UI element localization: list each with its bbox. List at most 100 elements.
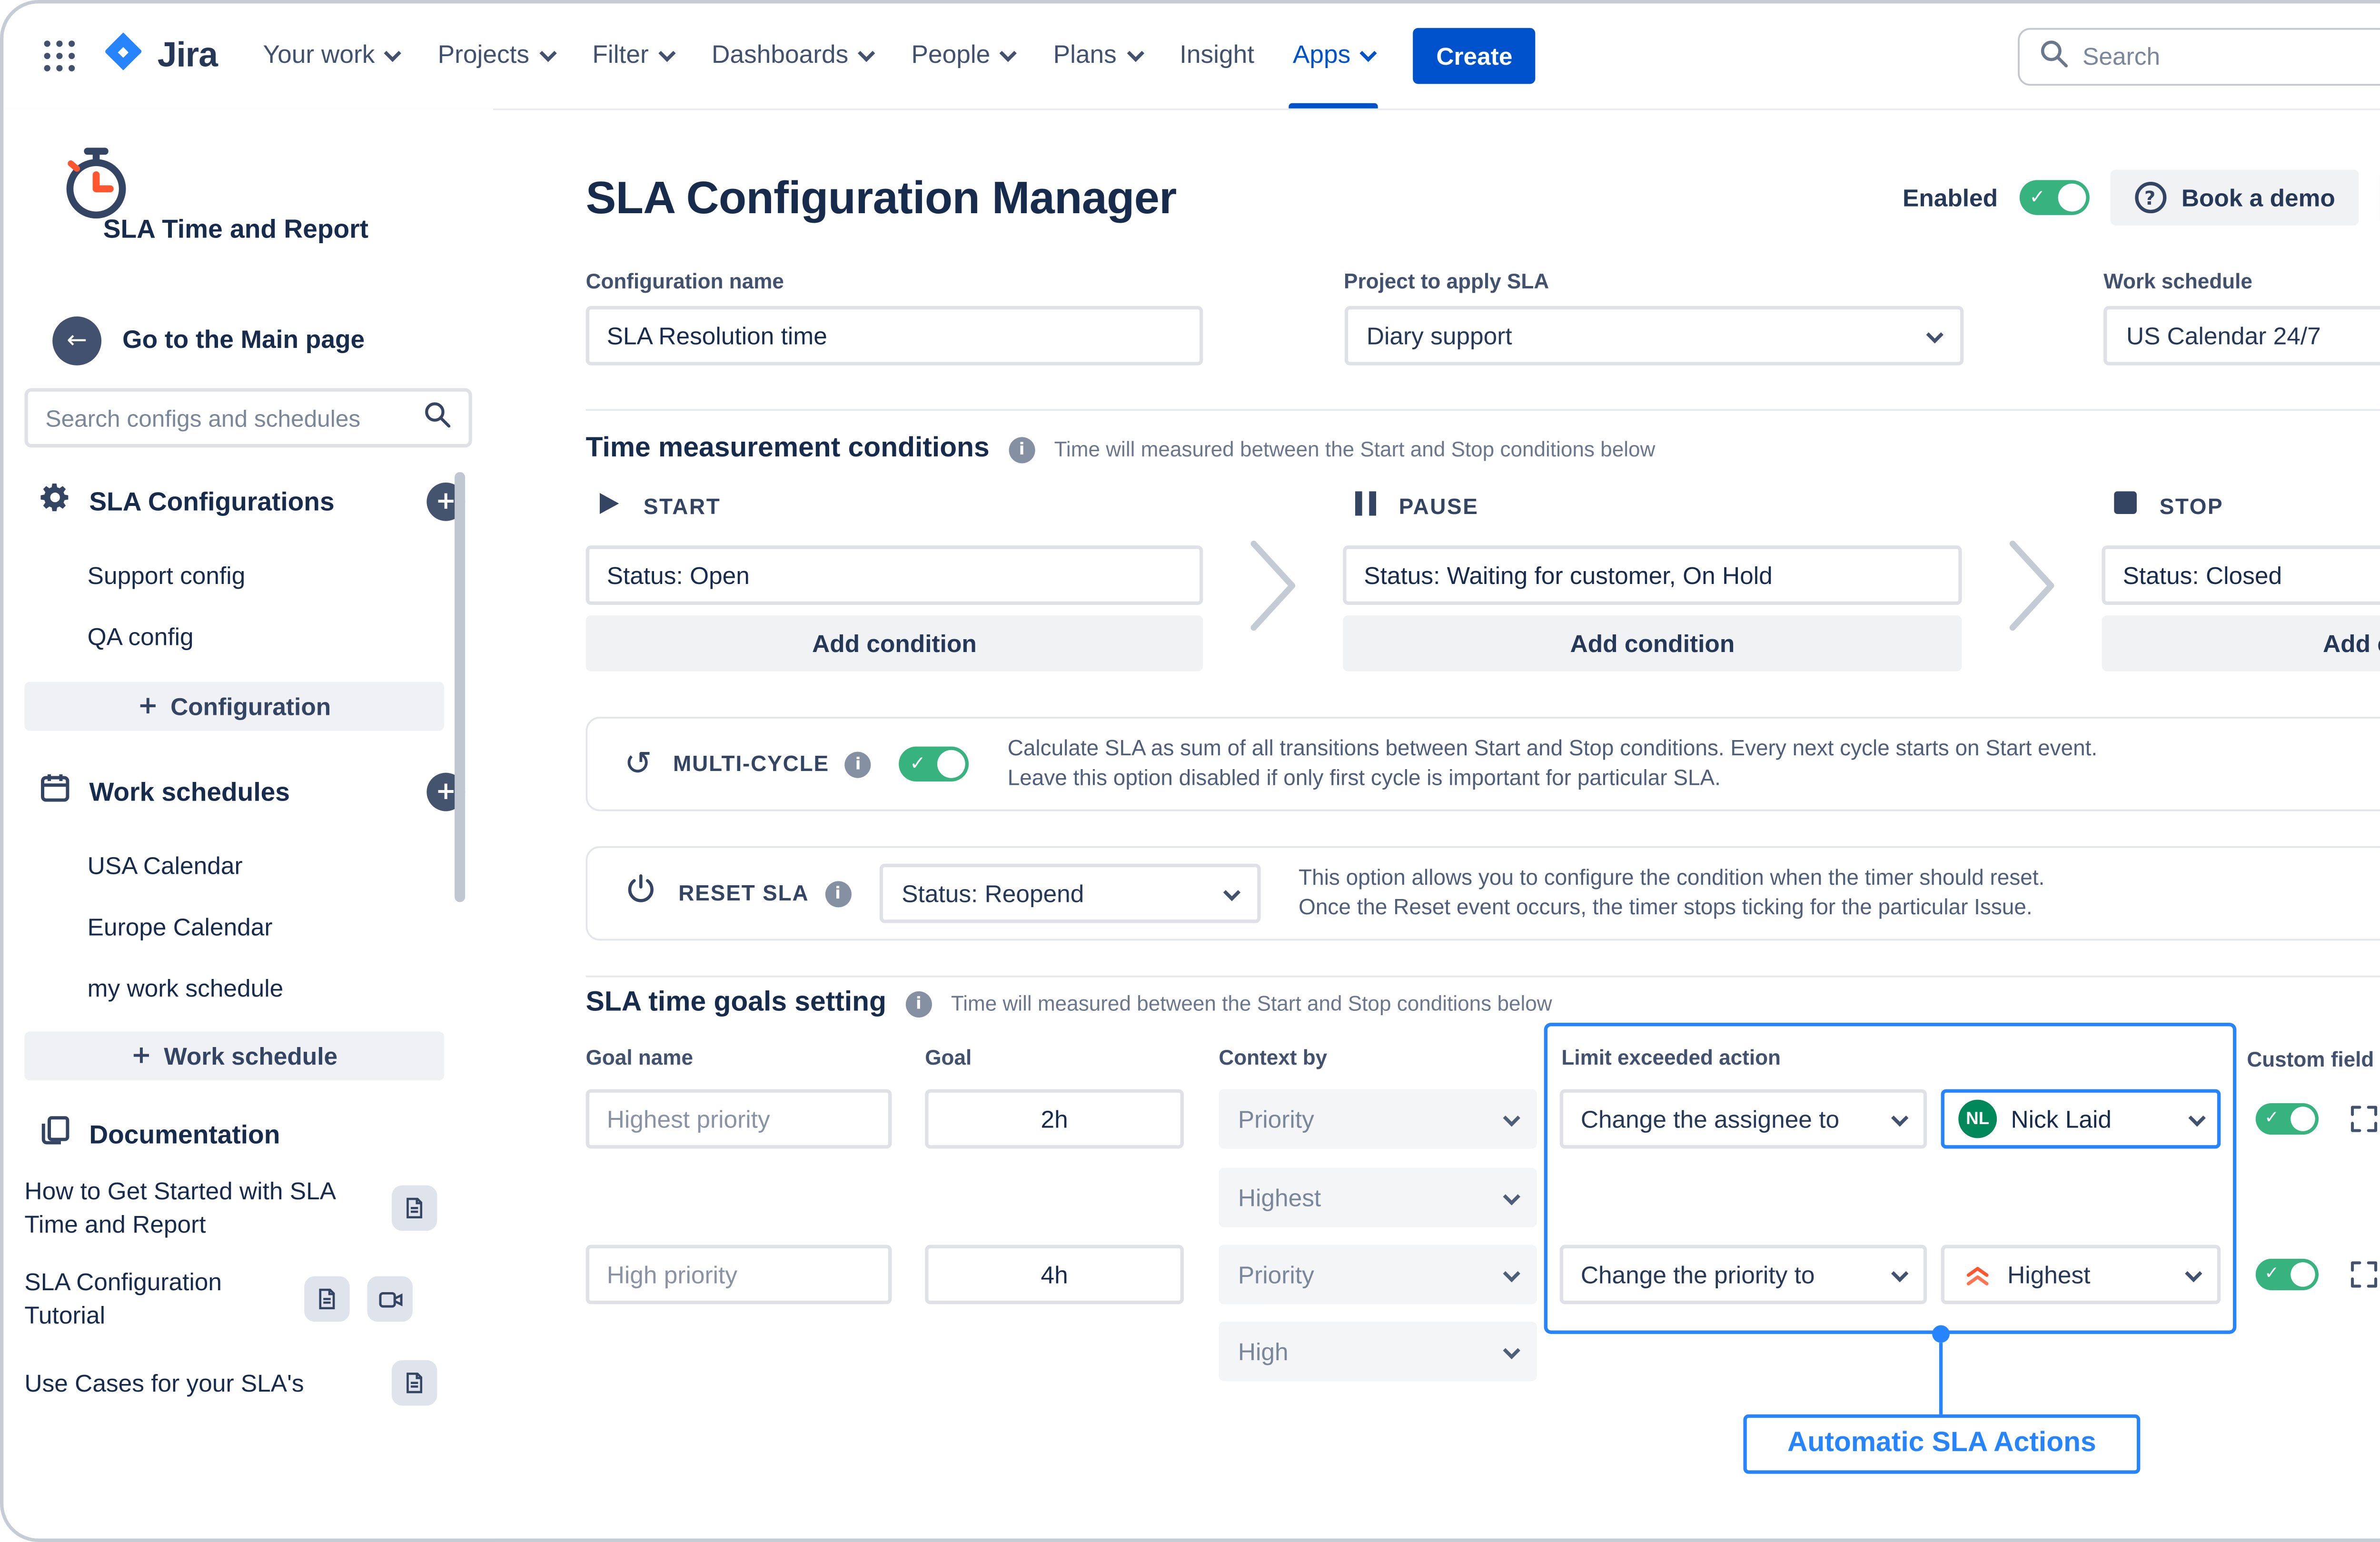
- col-header-goal: Goal: [925, 1046, 972, 1070]
- gear-icon: [39, 481, 72, 523]
- doc-link-get-started[interactable]: How to Get Started with SLA Time and Rep…: [24, 1175, 468, 1242]
- goal-value-input-row1[interactable]: [925, 1089, 1184, 1149]
- configuration-name-input[interactable]: [586, 306, 1203, 366]
- assignee-select-row1[interactable]: NLNick Laid: [1941, 1089, 2221, 1149]
- jira-wordmark: Jira: [158, 36, 218, 76]
- multi-cycle-history-icon: ↺: [624, 747, 652, 781]
- expand-icon-row2[interactable]: [2345, 1255, 2380, 1294]
- priority-highest-icon: [1962, 1259, 1993, 1290]
- book-demo-button[interactable]: ? Book a demo: [2110, 169, 2360, 226]
- power-icon: [624, 872, 657, 914]
- limit-action-select-row1[interactable]: Change the assignee to: [1560, 1089, 1927, 1149]
- project-select[interactable]: Diary support: [1344, 306, 1963, 366]
- nav-plans[interactable]: Plans: [1036, 3, 1159, 108]
- add-configuration-button[interactable]: + Configuration: [24, 682, 444, 731]
- nav-people[interactable]: People: [894, 3, 1032, 108]
- reset-sla-description: This option allows you to configure the …: [1299, 864, 2044, 923]
- sidebar-item-support-config[interactable]: Support config: [88, 561, 246, 589]
- start-add-condition-button[interactable]: Add condition: [586, 615, 1203, 672]
- article-icon: [392, 1186, 437, 1231]
- work-schedule-select[interactable]: US Calendar 24/7: [2103, 306, 2380, 366]
- doc-link-configuration-tutorial[interactable]: SLA Configuration Tutorial: [24, 1266, 468, 1333]
- chevron-down-icon: [1503, 1108, 1520, 1126]
- chevron-down-icon: [1503, 1341, 1520, 1358]
- multi-cycle-card: ↺ MULTI-CYCLE i ✓ Calculate SLA as sum o…: [586, 717, 2380, 811]
- start-condition-panel: START Add condition: [586, 491, 1203, 671]
- chevron-down-icon: [1891, 1108, 1908, 1126]
- custom-field-toggle-row2[interactable]: ✓: [2256, 1259, 2319, 1290]
- time-conditions-title: Time measurement conditions: [586, 434, 990, 465]
- expand-icon-row1[interactable]: [2345, 1100, 2380, 1138]
- info-icon[interactable]: i: [845, 751, 871, 777]
- nav-filter[interactable]: Filter: [575, 3, 691, 108]
- callout-connector-line: [1939, 1343, 1943, 1414]
- reset-sla-label: RESET SLA: [678, 881, 809, 905]
- pause-condition-input[interactable]: [1343, 545, 1962, 605]
- sidebar-item-qa-config[interactable]: QA config: [88, 623, 194, 651]
- calendar-icon: [39, 771, 72, 813]
- nav-dashboards[interactable]: Dashboards: [694, 3, 890, 108]
- nav-apps[interactable]: Apps: [1275, 3, 1392, 108]
- chevron-down-icon: [658, 44, 675, 61]
- page-title: SLA Configuration Manager: [586, 170, 1903, 225]
- app-switcher-icon[interactable]: [31, 28, 88, 84]
- enabled-toggle[interactable]: ✓: [2019, 180, 2089, 215]
- sidebar-item-europe-calendar[interactable]: Europe Calendar: [88, 913, 273, 941]
- pause-add-condition-button[interactable]: Add condition: [1343, 615, 1962, 672]
- context-value-select-row1[interactable]: Highest: [1219, 1168, 1537, 1227]
- question-icon: ?: [2134, 182, 2166, 213]
- goal-name-input-row1[interactable]: [586, 1089, 892, 1149]
- chevron-down-icon: [1503, 1264, 1520, 1281]
- reset-sla-card: RESET SLA i Status: Reopend This option …: [586, 846, 2380, 940]
- search-input[interactable]: [2082, 42, 2380, 70]
- multi-cycle-toggle[interactable]: ✓: [899, 747, 969, 781]
- context-value-select-row2[interactable]: High: [1219, 1322, 1537, 1381]
- nav-your-work[interactable]: Your work: [246, 3, 417, 108]
- add-work-schedule-button[interactable]: + Work schedule: [24, 1031, 444, 1080]
- main-content: SLA Configuration Manager Enabled ✓ ? Bo…: [493, 109, 2380, 1539]
- goal-value-input-row2[interactable]: [925, 1245, 1184, 1305]
- limit-action-select-row2[interactable]: Change the priority to: [1560, 1245, 1927, 1305]
- chevron-down-icon: [1000, 44, 1017, 61]
- priority-select-row2[interactable]: Highest: [1941, 1245, 2221, 1305]
- back-arrow-icon: ←: [52, 316, 101, 366]
- app-window: Jira Your work Projects Filter Dashboard…: [0, 0, 2380, 1542]
- reset-condition-select[interactable]: Status: Reopend: [879, 864, 1260, 923]
- context-field-select-row2[interactable]: Priority: [1219, 1245, 1537, 1305]
- go-to-main-page-link[interactable]: ← Go to the Main page: [52, 316, 365, 366]
- info-icon[interactable]: i: [825, 880, 851, 907]
- nav-projects[interactable]: Projects: [420, 3, 571, 108]
- col-header-custom-field: Custom field i: [2247, 1046, 2380, 1072]
- info-icon[interactable]: i: [1009, 436, 1035, 463]
- sidebar-search[interactable]: [24, 388, 472, 448]
- configuration-name-label: Configuration name: [586, 269, 1203, 294]
- col-header-limit-action: Limit exceeded action: [1561, 1046, 1781, 1070]
- create-button[interactable]: Create: [1414, 28, 1536, 84]
- sidebar-item-my-work-schedule[interactable]: my work schedule: [88, 974, 284, 1002]
- jira-logo[interactable]: Jira: [101, 30, 218, 82]
- pause-condition-panel: PAUSE Add condition: [1343, 491, 1962, 671]
- doc-link-use-cases[interactable]: Use Cases for your SLA's: [24, 1360, 468, 1406]
- chevron-down-icon: [385, 44, 402, 61]
- sidebar: SLA Time and Report ← Go to the Main pag…: [3, 109, 493, 1539]
- sidebar-item-usa-calendar[interactable]: USA Calendar: [88, 851, 243, 880]
- goal-name-input-row2[interactable]: [586, 1245, 892, 1305]
- global-search[interactable]: [2018, 27, 2380, 85]
- plus-icon: +: [138, 692, 158, 721]
- arrow-separator-icon: [1203, 491, 1343, 634]
- stop-condition-input[interactable]: [2102, 545, 2380, 605]
- start-condition-input[interactable]: [586, 545, 1203, 605]
- sidebar-search-input[interactable]: [46, 405, 407, 431]
- sidebar-scrollbar[interactable]: [455, 472, 465, 902]
- stop-add-condition-button[interactable]: Add condition: [2102, 615, 2380, 672]
- info-icon[interactable]: i: [905, 990, 932, 1017]
- nav-insight[interactable]: Insight: [1162, 3, 1271, 108]
- video-icon: [367, 1276, 413, 1322]
- arrow-separator-icon: [1962, 491, 2102, 634]
- chevron-down-icon: [1891, 1264, 1908, 1281]
- documents-icon: [39, 1114, 72, 1156]
- custom-field-toggle-row1[interactable]: ✓: [2256, 1103, 2319, 1135]
- sla-goals-section: SLA time goals setting i Time will measu…: [586, 976, 2380, 1539]
- col-header-goal-name: Goal name: [586, 1046, 693, 1070]
- context-field-select-row1[interactable]: Priority: [1219, 1089, 1537, 1149]
